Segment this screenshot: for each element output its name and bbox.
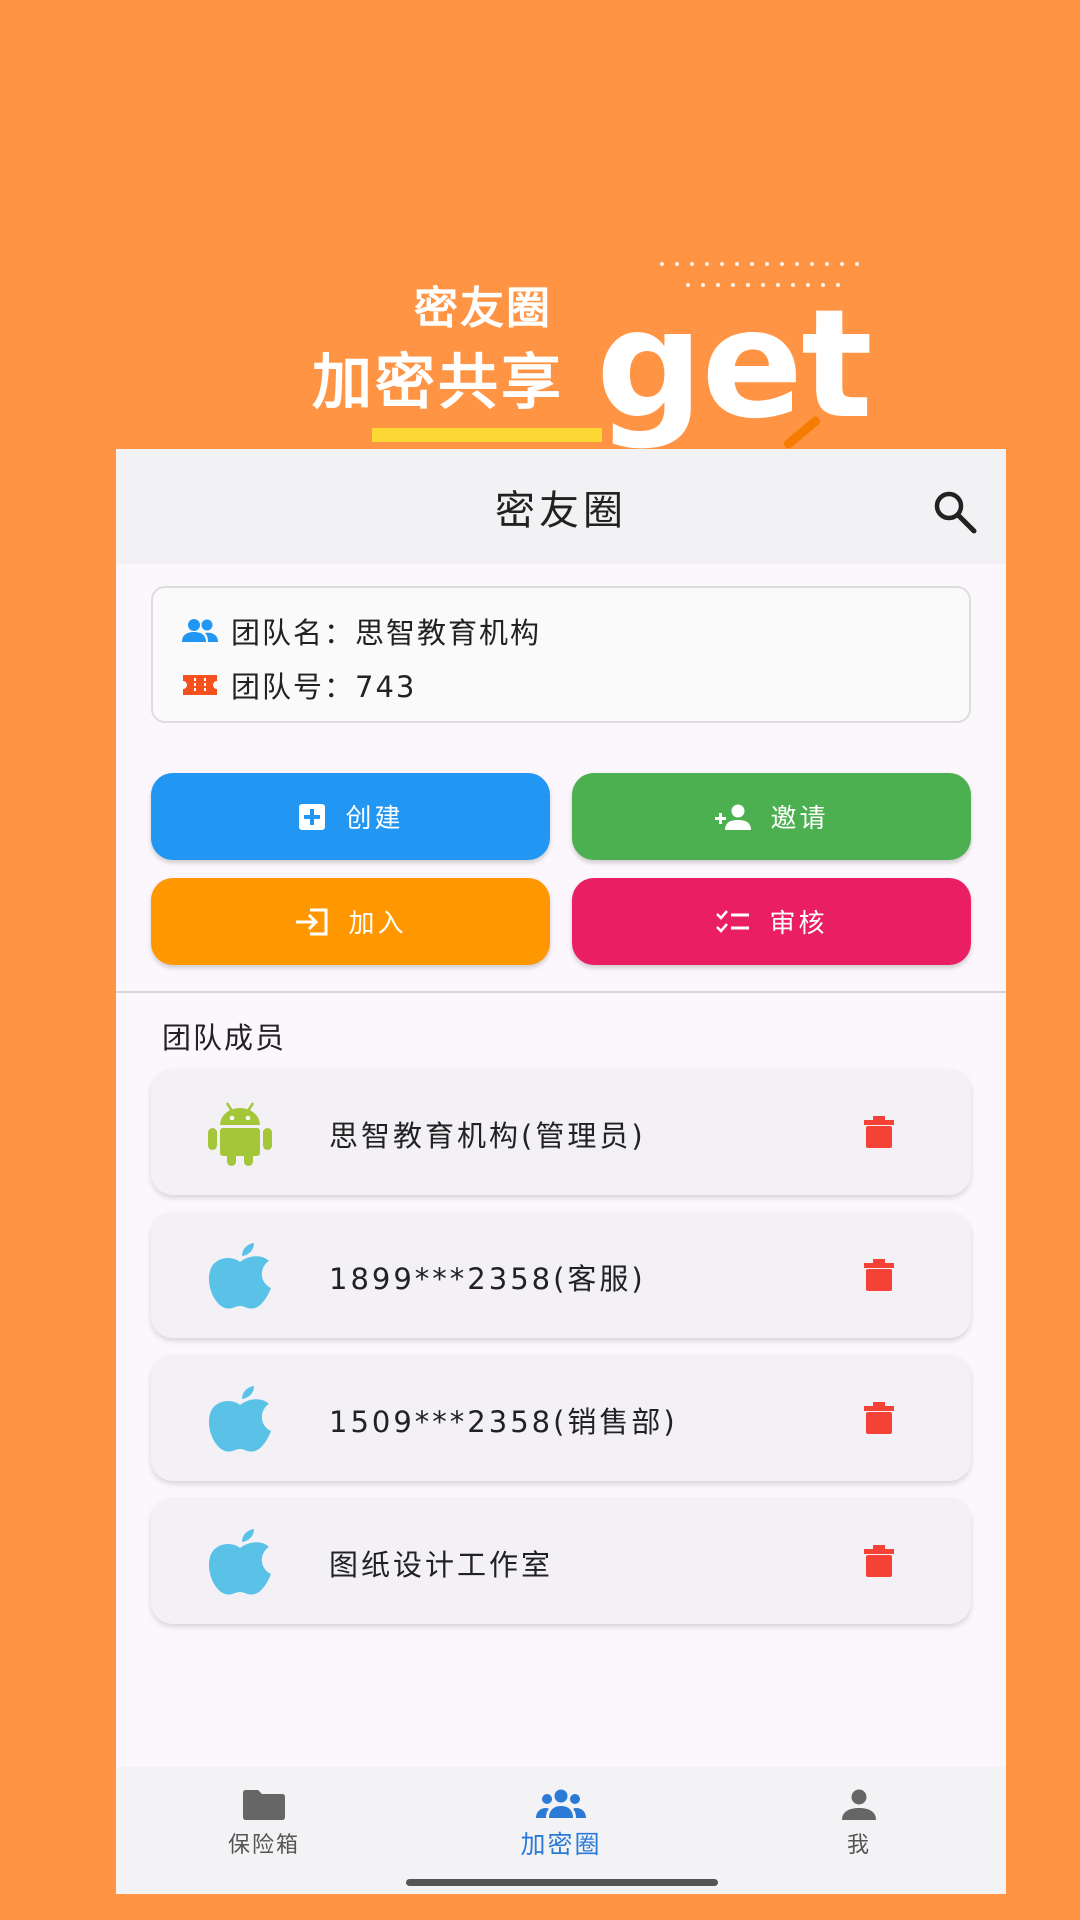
promo-banner: 密友圈 加密共享 get (0, 0, 1080, 452)
apple-icon (208, 1386, 271, 1452)
app-bar: 密友圈 (116, 449, 1006, 564)
login-icon (296, 908, 328, 935)
member-item[interactable]: 1509***2358(销售部) (151, 1355, 971, 1481)
folder-icon (243, 1790, 285, 1820)
app-screen: 密友圈 团队名：思智教育机构 团队号：743 创建 邀请 加入 审核 团队成员 … (116, 449, 1006, 1894)
invite-button[interactable]: 邀请 (572, 773, 971, 860)
team-info-card: 团队名：思智教育机构 团队号：743 (151, 586, 971, 723)
nav-me-label: 我 (846, 1833, 871, 1858)
decor-dots (660, 262, 859, 266)
member-name: 图纸设计工作室 (329, 1548, 554, 1582)
create-label: 创建 (345, 804, 404, 834)
nav-tab-vault[interactable]: 保险箱 (194, 1789, 334, 1859)
nav-tab-circle[interactable]: 加密圈 (491, 1789, 631, 1861)
member-item[interactable]: 思智教育机构(管理员) (151, 1069, 971, 1195)
delete-icon[interactable] (863, 1401, 895, 1435)
member-item[interactable]: 1899***2358(客服) (151, 1212, 971, 1338)
delete-icon[interactable] (863, 1544, 895, 1578)
android-icon (208, 1102, 272, 1166)
member-item[interactable]: 图纸设计工作室 (151, 1498, 971, 1624)
promo-underline (372, 428, 602, 442)
promo-big-title: 加密共享 (312, 348, 564, 418)
review-button[interactable]: 审核 (572, 878, 971, 965)
divider (116, 991, 1006, 993)
team-name-row: 团队名：思智教育机构 (181, 610, 541, 652)
member-name: 1899***2358(客服) (329, 1262, 646, 1296)
team-number: 团队号：743 (231, 670, 417, 704)
member-name: 1509***2358(销售部) (329, 1405, 678, 1439)
promo-get-text: get (596, 278, 873, 452)
add-box-icon (299, 803, 326, 830)
apple-icon (208, 1529, 271, 1595)
join-label: 加入 (348, 909, 407, 939)
team-name: 团队名：思智教育机构 (231, 616, 542, 650)
invite-label: 邀请 (770, 804, 829, 834)
nav-vault-label: 保险箱 (227, 1833, 300, 1858)
promo-small-title: 密友圈 (414, 283, 552, 334)
person-add-icon (715, 804, 752, 830)
group-icon (536, 1789, 586, 1818)
search-icon[interactable] (930, 487, 978, 535)
delete-icon[interactable] (863, 1258, 895, 1292)
ticket-icon (183, 675, 217, 695)
apple-icon (208, 1243, 271, 1309)
members-section-title: 团队成员 (162, 1021, 287, 1055)
join-button[interactable]: 加入 (151, 878, 550, 965)
nav-tab-me[interactable]: 我 (789, 1789, 929, 1859)
delete-icon[interactable] (863, 1115, 895, 1149)
home-indicator[interactable] (406, 1879, 718, 1886)
group-icon (182, 619, 218, 642)
review-label: 审核 (769, 909, 828, 939)
bottom-nav: 保险箱 加密圈 我 (116, 1767, 1006, 1894)
create-button[interactable]: 创建 (151, 773, 550, 860)
nav-circle-label: 加密圈 (520, 1830, 602, 1859)
team-number-row: 团队号：743 (181, 664, 416, 706)
member-name: 思智教育机构(管理员) (329, 1119, 646, 1153)
page-title: 密友圈 (495, 487, 627, 534)
person-icon (842, 1789, 876, 1820)
checklist-icon (716, 909, 750, 933)
